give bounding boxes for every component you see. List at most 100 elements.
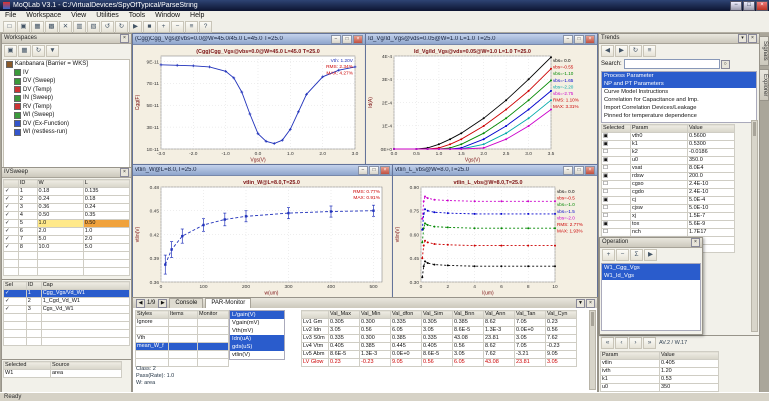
search-icon[interactable]: ○ bbox=[721, 60, 730, 69]
maximize-icon[interactable]: □ bbox=[574, 166, 584, 175]
panel-close-icon[interactable]: × bbox=[691, 238, 700, 247]
operation-item[interactable]: W1_Cgg_Vgs bbox=[602, 264, 700, 272]
redo-icon[interactable]: ↻ bbox=[115, 21, 128, 33]
table-row[interactable]: ☐vsat8.0E4 bbox=[602, 165, 735, 173]
monitor-signal[interactable]: Vth(mV) bbox=[230, 327, 284, 335]
console-scrollbar[interactable] bbox=[589, 310, 596, 390]
column-header[interactable]: Cap bbox=[41, 282, 129, 290]
table-row[interactable]: ✓51.00.50 bbox=[4, 220, 130, 228]
print-icon[interactable]: ▩ bbox=[45, 21, 58, 33]
panel-close-icon[interactable]: × bbox=[748, 34, 757, 43]
paste-icon[interactable]: ▧ bbox=[87, 21, 100, 33]
chart-window-titlebar[interactable]: vtlin_W@L=8.0,T=25.0 − □ × bbox=[133, 165, 392, 176]
zoomin-icon[interactable]: + bbox=[157, 21, 170, 33]
column-header[interactable]: Val_Sim bbox=[422, 311, 453, 319]
trends-search-input[interactable] bbox=[624, 59, 720, 69]
tab-par-monitor[interactable]: PAR-Monitor bbox=[205, 298, 251, 308]
tree-item[interactable]: RV (Temp) bbox=[4, 103, 129, 112]
menu-tools[interactable]: Tools bbox=[124, 11, 150, 21]
table-row[interactable]: ▣rdsw200.0 bbox=[602, 173, 735, 181]
panel-close-icon[interactable]: × bbox=[120, 168, 129, 177]
settings-icon[interactable]: ≡ bbox=[185, 21, 198, 33]
table-row[interactable]: ▣tox5.6E-9 bbox=[602, 221, 735, 229]
minimize-icon[interactable]: − bbox=[563, 35, 573, 44]
table-row[interactable]: LV Glow0.23-0.239.050.566.0543.0823.813.… bbox=[302, 359, 577, 367]
extraction-step[interactable]: Pinned for temperature dependence bbox=[602, 112, 756, 120]
column-header[interactable]: Selected bbox=[4, 362, 51, 370]
tree-item[interactable]: DV (Ex-Function) bbox=[4, 120, 129, 129]
prev-page-icon[interactable]: ◀ bbox=[136, 299, 145, 308]
extraction-step[interactable]: Import Correlation Devices/Leakage bbox=[602, 104, 756, 112]
close-icon[interactable]: × bbox=[380, 166, 390, 175]
menu-view[interactable]: View bbox=[66, 11, 91, 21]
column-header[interactable]: ID bbox=[18, 180, 37, 188]
column-header[interactable]: Val_Min bbox=[360, 311, 391, 319]
column-header[interactable]: Monitor bbox=[198, 311, 229, 319]
close-button[interactable]: × bbox=[756, 1, 768, 11]
column-header[interactable]: ID bbox=[26, 282, 41, 290]
ivsweep-panel-title[interactable]: IVSweep × bbox=[2, 168, 131, 178]
first-icon[interactable]: « bbox=[601, 337, 614, 349]
tree-item[interactable]: Kanbanara [Barrier = WKS] bbox=[4, 60, 129, 69]
table-row[interactable]: ✓75.02.0 bbox=[4, 236, 130, 244]
trends-panel-title[interactable]: Trends ▾ × bbox=[599, 34, 759, 44]
save-icon[interactable]: ▦ bbox=[18, 45, 31, 57]
table-row[interactable]: ivth1.20 bbox=[601, 368, 719, 376]
sum-icon[interactable]: Σ bbox=[630, 249, 643, 261]
cgg-vgs-chart[interactable]: -3.0-2.0-1.00.01.02.03.01E-113E-115E-117… bbox=[133, 45, 363, 163]
column-header[interactable]: Value bbox=[688, 125, 735, 133]
table-row[interactable] bbox=[4, 314, 130, 322]
menu-help[interactable]: Help bbox=[185, 11, 209, 21]
next-icon[interactable]: › bbox=[629, 337, 642, 349]
minimize-icon[interactable]: − bbox=[331, 35, 341, 44]
column-header[interactable]: Val_Cyn bbox=[546, 311, 577, 319]
table-row[interactable]: u0350 bbox=[601, 384, 719, 392]
monitor-signal[interactable]: Idn(uA) bbox=[230, 335, 284, 343]
cut-icon[interactable]: ✕ bbox=[59, 21, 72, 33]
table-row[interactable]: ☐cgso2.4E-10 bbox=[602, 181, 735, 189]
vtlin-l-chart[interactable]: 02468100.300.450.600.750.90vtlin_L_vbs@W… bbox=[393, 176, 595, 296]
column-header[interactable]: Selected bbox=[602, 125, 631, 133]
table-row[interactable]: vtlin0.405 bbox=[601, 360, 719, 368]
menu-workspace[interactable]: Workspace bbox=[21, 11, 66, 21]
extraction-step[interactable]: NP and PT Parameters bbox=[602, 80, 756, 88]
new-icon[interactable]: □ bbox=[3, 21, 16, 33]
column-header[interactable]: Val_Max bbox=[329, 311, 360, 319]
table-row[interactable]: ✓62.01.0 bbox=[4, 228, 130, 236]
table-row[interactable]: k10.53 bbox=[601, 376, 719, 384]
tree-item[interactable]: IN (Sweep) bbox=[4, 94, 129, 103]
prev-icon[interactable]: ‹ bbox=[615, 337, 628, 349]
zoomout-icon[interactable]: − bbox=[171, 21, 184, 33]
column-header[interactable]: W bbox=[37, 180, 83, 188]
tree-item[interactable]: IV bbox=[4, 69, 129, 78]
workspaces-panel-title[interactable]: Workspaces × bbox=[2, 34, 131, 44]
table-row[interactable] bbox=[4, 252, 130, 260]
panel-pin-icon[interactable]: ▾ bbox=[738, 34, 747, 43]
column-header[interactable]: Value bbox=[660, 352, 719, 360]
last-icon[interactable]: » bbox=[643, 337, 656, 349]
menu-file[interactable]: File bbox=[0, 11, 21, 21]
open-icon[interactable]: ▣ bbox=[4, 45, 17, 57]
menu-window[interactable]: Window bbox=[150, 11, 185, 21]
panel-close-icon[interactable]: × bbox=[586, 299, 595, 308]
run-icon[interactable]: ▶ bbox=[129, 21, 142, 33]
monitor-signal[interactable]: Vgain(mV) bbox=[230, 319, 284, 327]
operation-panel-title[interactable]: Operation × bbox=[600, 238, 702, 248]
table-row[interactable] bbox=[4, 338, 130, 346]
column-header[interactable]: L bbox=[83, 180, 129, 188]
close-icon[interactable]: × bbox=[353, 35, 363, 44]
table-row[interactable]: ✓10.180.135 bbox=[4, 188, 130, 196]
maximize-icon[interactable]: □ bbox=[342, 35, 352, 44]
panel-close-icon[interactable]: × bbox=[120, 34, 129, 43]
table-row[interactable]: Ignore bbox=[136, 319, 229, 327]
table-row[interactable]: Lv5 Abm8.6E-51.3E-30.0E+08.6E-53.057.62-… bbox=[302, 351, 577, 359]
side-tab-explorer[interactable]: Explorer bbox=[759, 69, 769, 101]
table-row[interactable]: ☐k2-0.0186 bbox=[602, 149, 735, 157]
table-row[interactable] bbox=[136, 351, 229, 359]
trends-scrollbar[interactable] bbox=[751, 120, 758, 332]
maximize-icon[interactable]: □ bbox=[574, 35, 584, 44]
extraction-step[interactable]: Process Parameter bbox=[602, 72, 756, 80]
maximize-icon[interactable]: □ bbox=[369, 166, 379, 175]
table-row[interactable] bbox=[4, 268, 130, 276]
table-row[interactable] bbox=[4, 330, 130, 338]
